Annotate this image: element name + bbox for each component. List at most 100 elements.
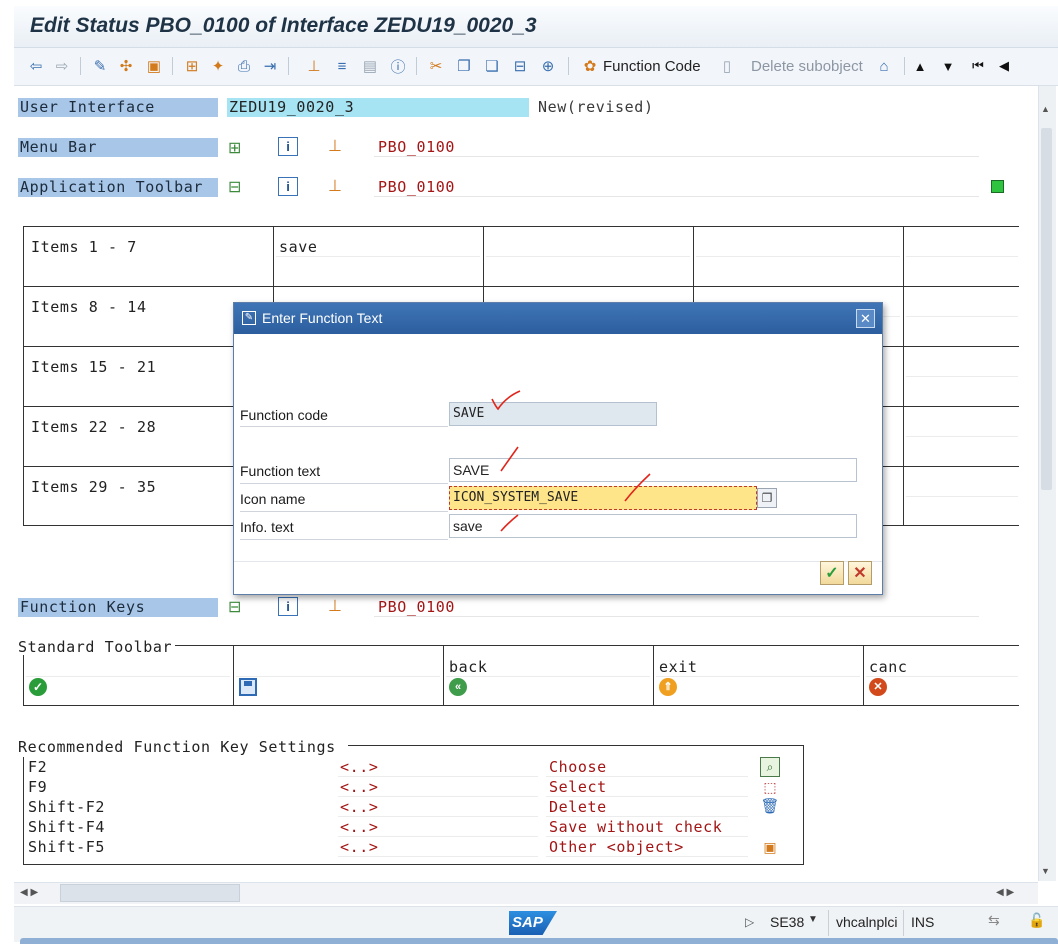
activate-icon[interactable]: ✣ bbox=[116, 56, 136, 76]
items-row-label: Items 22 - 28 bbox=[31, 418, 157, 436]
annotation-check-mark-icon bbox=[500, 514, 519, 532]
scroll-down-icon[interactable]: ▼ bbox=[938, 56, 958, 76]
function-code-button[interactable]: Function Code bbox=[603, 58, 701, 75]
choose-icon[interactable]: ⌕ bbox=[760, 757, 780, 777]
scroll-down-arrow-icon[interactable]: ▼ bbox=[1041, 866, 1050, 876]
standard-toolbar-cell-text[interactable]: canc bbox=[869, 658, 908, 676]
items-cell-field[interactable]: save bbox=[279, 238, 318, 256]
info-icon[interactable]: i bbox=[278, 137, 298, 156]
icon-name-input[interactable]: ICON_SYSTEM_SAVE bbox=[449, 486, 757, 510]
cancel-icon[interactable]: ✕ bbox=[869, 678, 887, 696]
function-keys-field-bg bbox=[374, 598, 979, 617]
object-list-icon[interactable]: ▣ bbox=[144, 56, 164, 76]
previous-page-icon[interactable]: ◀ bbox=[994, 56, 1014, 76]
layout-icon[interactable]: ⇆ bbox=[988, 912, 1000, 929]
function-key-action: Choose bbox=[549, 758, 607, 776]
value-help-icon[interactable]: ❐ bbox=[757, 488, 777, 508]
info-icon[interactable]: i bbox=[278, 177, 298, 196]
insert-row-icon[interactable]: ⊕ bbox=[538, 56, 558, 76]
list-icon[interactable]: ≡ bbox=[332, 56, 352, 76]
function-key-value[interactable]: <..> bbox=[340, 758, 379, 777]
scroll-up-arrow-icon[interactable]: ▲ bbox=[1041, 104, 1050, 114]
function-key-action: Delete bbox=[549, 798, 607, 816]
enter-function-text-dialog: Enter Function Text ✎ ✕ Function code SA… bbox=[233, 302, 883, 595]
icon-name-label: Icon name bbox=[240, 491, 306, 507]
user-interface-field[interactable]: ZEDU19_0020_3 bbox=[227, 98, 529, 117]
function-key-name: Shift-F5 bbox=[28, 838, 106, 856]
function-key-value[interactable]: <..> bbox=[340, 778, 379, 797]
cancel-button[interactable]: ✕ bbox=[848, 561, 872, 585]
magic-wand-icon[interactable]: ✦ bbox=[208, 56, 228, 76]
document-icon[interactable]: ▯ bbox=[717, 56, 737, 76]
forward-arrow-icon[interactable]: ⇨ bbox=[52, 56, 72, 76]
exit-icon[interactable]: ⇑ bbox=[659, 678, 677, 696]
print-icon[interactable]: ⎙ bbox=[234, 56, 254, 76]
trash-icon[interactable]: 🗑 bbox=[760, 797, 780, 817]
back-arrow-icon[interactable]: ⇦ bbox=[26, 56, 46, 76]
back-icon[interactable]: « bbox=[449, 678, 467, 696]
application-toolbar-field-bg bbox=[374, 178, 979, 197]
scroll-right-arrow-icon[interactable]: ◀ ▶ bbox=[996, 887, 1014, 898]
hierarchy-icon[interactable]: ⊥ bbox=[328, 136, 342, 156]
confirm-button[interactable]: ✓ bbox=[820, 561, 844, 585]
info-icon[interactable]: ⓘ bbox=[388, 56, 408, 76]
first-page-icon[interactable]: ⏮ bbox=[968, 56, 988, 76]
collapse-icon[interactable]: ⊟ bbox=[228, 597, 248, 616]
info-icon[interactable]: i bbox=[278, 597, 298, 616]
function-key-name: Shift-F2 bbox=[28, 798, 106, 816]
standard-toolbar-cell-text[interactable]: exit bbox=[659, 658, 698, 676]
delete-row-icon[interactable]: ⊟ bbox=[510, 56, 530, 76]
printer-icon[interactable]: ⌂ bbox=[874, 56, 894, 76]
table-icon[interactable]: ▤ bbox=[360, 56, 380, 76]
function-key-value[interactable]: <..> bbox=[340, 838, 379, 857]
function-keys-status-name[interactable]: PBO_0100 bbox=[378, 598, 455, 617]
transaction-code[interactable]: SE38 bbox=[770, 914, 804, 930]
user-interface-label: User Interface bbox=[18, 98, 218, 117]
expand-icon[interactable]: ⊞ bbox=[228, 138, 248, 157]
application-toolbar-label: Application Toolbar bbox=[18, 178, 218, 197]
paste-icon[interactable]: ❏ bbox=[482, 56, 502, 76]
scroll-left-arrow-icon[interactable]: ◀ ▶ bbox=[20, 887, 38, 898]
other-object-icon[interactable]: ▣ bbox=[760, 837, 780, 857]
hierarchy-icon[interactable]: ⊞ bbox=[182, 56, 202, 76]
menu-bar-status-name[interactable]: PBO_0100 bbox=[378, 138, 455, 157]
select-icon[interactable]: ⬚ bbox=[760, 777, 780, 797]
scroll-up-icon[interactable]: ▲ bbox=[910, 56, 930, 76]
save-disk-icon[interactable] bbox=[239, 678, 257, 696]
hierarchy-icon[interactable]: ⊥ bbox=[328, 596, 342, 616]
chevron-down-icon[interactable]: ▼ bbox=[808, 914, 818, 925]
standard-toolbar-cell-text[interactable]: back bbox=[449, 658, 488, 676]
hierarchy-icon[interactable]: ⊥ bbox=[328, 176, 342, 196]
dialog-edit-icon: ✎ bbox=[242, 311, 256, 325]
info-text-label: Info. text bbox=[240, 519, 294, 535]
cut-icon[interactable]: ✂ bbox=[426, 56, 446, 76]
function-text-label: Function text bbox=[240, 463, 321, 479]
function-code-field: SAVE bbox=[449, 402, 657, 426]
menu-bar-field-bg bbox=[374, 138, 979, 157]
annotation-check-mark-icon bbox=[624, 473, 651, 502]
items-row-label: Items 1 - 7 bbox=[31, 238, 137, 256]
annotation-check-mark-icon bbox=[491, 390, 521, 411]
collapse-icon[interactable]: ⊟ bbox=[228, 177, 248, 196]
check-icon[interactable]: ✓ bbox=[29, 678, 47, 696]
dialog-title: Enter Function Text bbox=[234, 303, 882, 334]
lock-icon[interactable]: 🔓 bbox=[1028, 912, 1045, 929]
display-change-icon[interactable]: ✎ bbox=[90, 56, 110, 76]
copy-icon[interactable]: ❐ bbox=[454, 56, 474, 76]
function-key-action: Other <object> bbox=[549, 838, 684, 856]
function-key-action: Save without check bbox=[549, 818, 723, 836]
horizontal-scroll-thumb[interactable] bbox=[60, 884, 240, 902]
close-icon[interactable]: ✕ bbox=[856, 309, 875, 328]
standard-toolbar-label: Standard Toolbar bbox=[18, 638, 173, 656]
vertical-scroll-thumb[interactable] bbox=[1041, 128, 1052, 490]
function-key-value[interactable]: <..> bbox=[340, 798, 379, 817]
application-toolbar-status-name[interactable]: PBO_0100 bbox=[378, 178, 455, 197]
link-icon[interactable]: ⇥ bbox=[260, 56, 280, 76]
function-key-value[interactable]: <..> bbox=[340, 818, 379, 837]
delete-subobject-button[interactable]: Delete subobject bbox=[751, 58, 863, 75]
status-expand-icon[interactable]: ▷ bbox=[745, 915, 754, 929]
status-bottom-bar bbox=[20, 938, 1058, 944]
function-code-label: Function code bbox=[240, 407, 328, 423]
function-code-icon[interactable]: ✿ bbox=[580, 56, 600, 76]
tree-icon[interactable]: ⊥ bbox=[304, 56, 324, 76]
